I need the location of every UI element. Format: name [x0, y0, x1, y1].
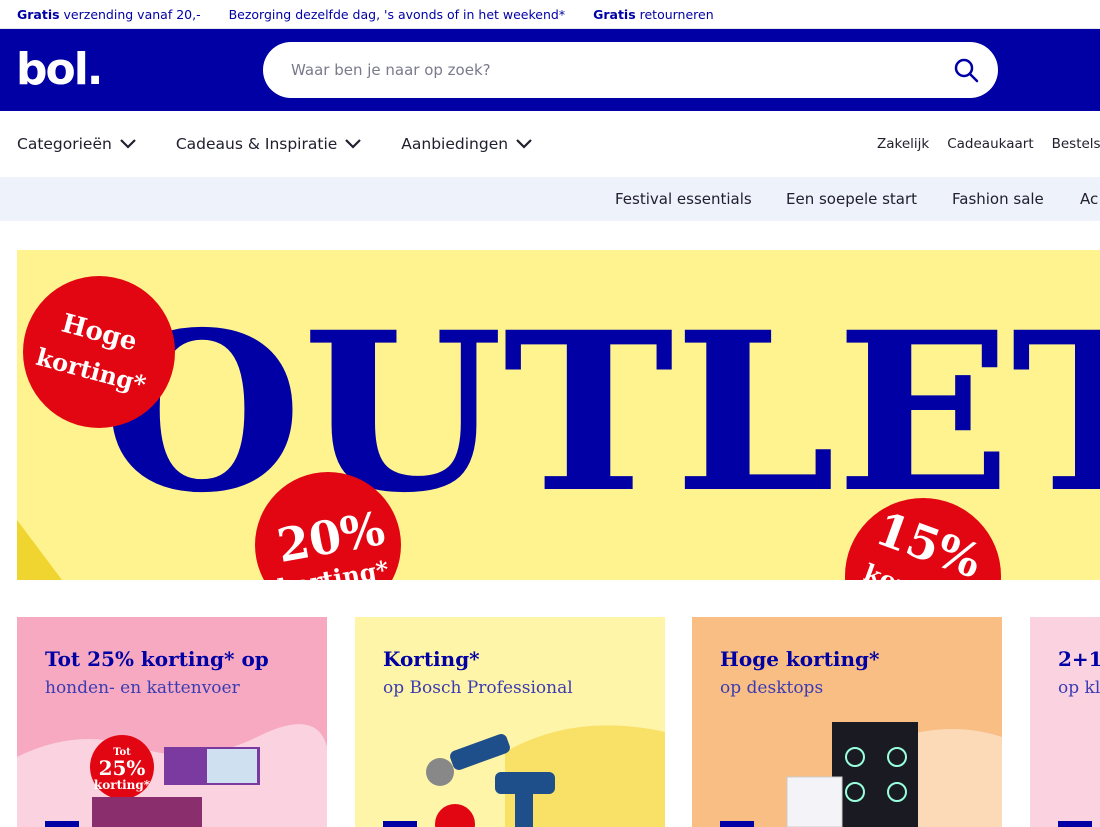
card-indicator [1058, 821, 1092, 827]
chevron-down-icon [120, 139, 136, 149]
site-header: bol. [0, 29, 1100, 111]
chevron-down-icon [516, 139, 532, 149]
search-icon[interactable] [952, 56, 980, 84]
card-indicator [45, 821, 79, 827]
usp-bar: Gratis verzending vanaf 20,- Bezorging d… [0, 0, 1100, 29]
subnav-fashion-sale[interactable]: Fashion sale [952, 190, 1044, 208]
svg-text:korting*: korting* [94, 778, 151, 792]
link-business[interactable]: Zakelijk [877, 136, 929, 152]
promo-card-bosch[interactable]: Korting* op Bosch Professional [355, 617, 665, 827]
pet-food-image: Tot 25% korting* [17, 724, 327, 827]
nav-categories[interactable]: Categorieën [17, 135, 136, 153]
search-input[interactable] [291, 61, 911, 79]
chevron-down-icon [345, 139, 362, 149]
nav-utility-links: Zakelijk Cadeaukaart Bestelsta [877, 111, 1100, 177]
usp-free-returns: Gratis retourneren [593, 6, 714, 22]
promo-card-desktops[interactable]: Hoge korting* op desktops [692, 617, 1002, 827]
outlet-hero-banner[interactable]: OUTLET Hoge korting* 20% korting* 15% ko… [17, 250, 1100, 580]
main-nav: Categorieën Cadeaus & Inspiratie Aanbied… [0, 111, 1100, 177]
card-indicator [720, 821, 754, 827]
search-bar[interactable] [263, 42, 998, 98]
promo-subnav: Festival essentials Een soepele start Fa… [0, 177, 1100, 221]
subnav-festival-essentials[interactable]: Festival essentials [615, 190, 752, 208]
discount-badge-high: Hoge korting* [23, 276, 175, 428]
subnav-soepele-start[interactable]: Een soepele start [786, 190, 917, 208]
usp-free-shipping: Gratis verzending vanaf 20,- [17, 6, 201, 22]
svg-text:25%: 25% [99, 756, 146, 780]
link-order-status[interactable]: Bestelsta [1052, 136, 1100, 152]
promo-card-pet-food[interactable]: Tot 25% korting* op honden- en kattenvoe… [17, 617, 327, 827]
usp-delivery: Bezorging dezelfde dag, 's avonds of in … [228, 6, 566, 22]
power-tools-image [426, 725, 665, 827]
card-indicator [383, 821, 417, 827]
subnav-more[interactable]: Ac [1080, 190, 1098, 208]
nav-deals[interactable]: Aanbiedingen [401, 135, 532, 153]
nav-gifts-inspiration[interactable]: Cadeaus & Inspiratie [176, 135, 362, 153]
hero-headline: OUTLET [102, 284, 1100, 542]
link-gift-card[interactable]: Cadeaukaart [947, 136, 1033, 152]
bol-logo[interactable]: bol. [16, 45, 104, 95]
desktop-pc-image [786, 722, 1002, 827]
promo-card-partial[interactable]: 2+1 g op kl [1030, 617, 1100, 827]
hero-decoration [17, 520, 62, 580]
